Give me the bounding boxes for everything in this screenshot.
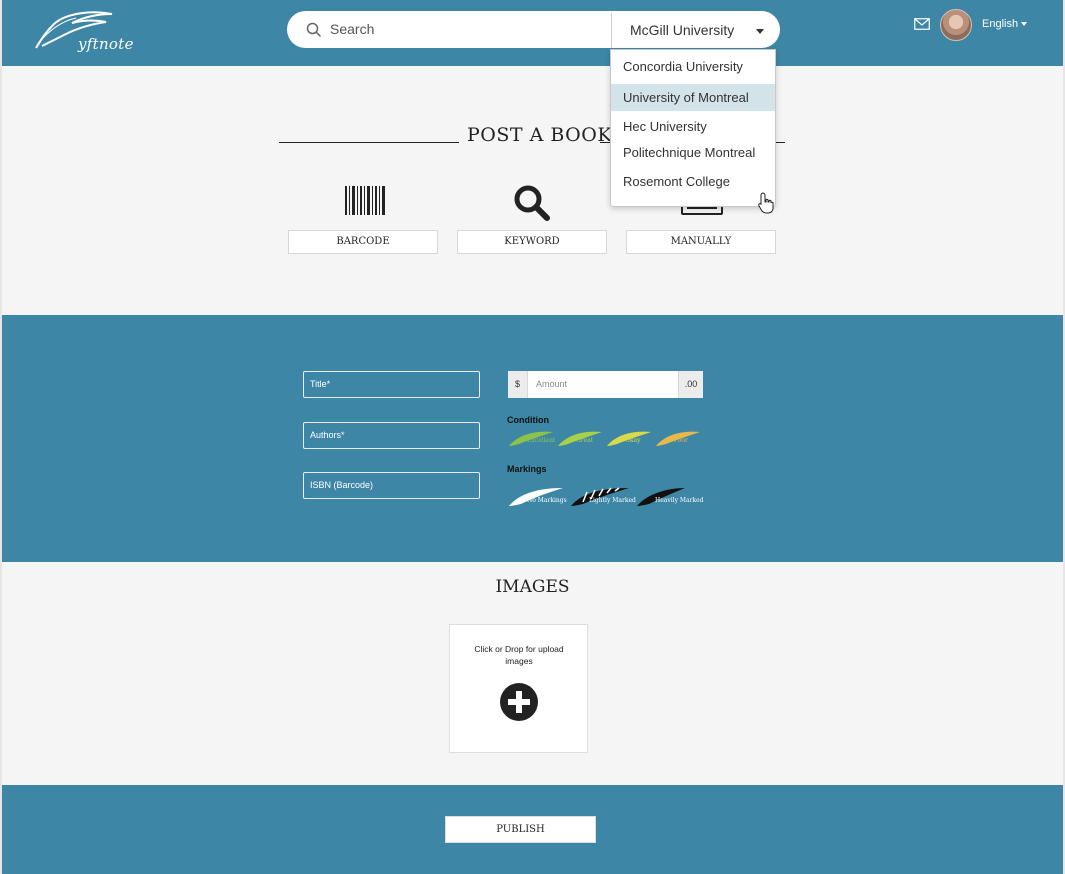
title-placeholder: Title* — [310, 379, 331, 389]
avatar[interactable] — [940, 9, 972, 41]
language-select[interactable]: English — [982, 18, 1028, 30]
search-bar[interactable]: Search McGill University — [287, 11, 780, 48]
chevron-down-icon — [1021, 22, 1028, 27]
publish-button[interactable]: PUBLISH — [445, 816, 596, 843]
mail-icon[interactable] — [914, 18, 930, 30]
title-divider-left — [279, 142, 459, 143]
language-label: English — [982, 18, 1019, 30]
isbn-field[interactable]: ISBN (Barcode) — [303, 472, 480, 499]
markings-heavily-label: Heavily Marked — [655, 497, 704, 504]
markings-lightly-label: Lightly Marked — [589, 497, 636, 504]
condition-okay-label: Okay — [625, 437, 641, 444]
dropdown-option-politechnique[interactable]: Politechnique Montreal — [611, 139, 775, 166]
university-select[interactable]: McGill University — [613, 11, 780, 48]
condition-excellent-label: Excellent — [527, 437, 556, 444]
image-upload-dropzone[interactable]: Click or Drop for upload images — [449, 624, 588, 753]
logo[interactable]: yftnote — [32, 8, 133, 53]
authors-placeholder: Authors* — [310, 430, 345, 440]
post-book-section: POST A BOOK BARCODE KEYWORD MANUALLY — [2, 66, 1063, 315]
condition-poor-label: Poor — [674, 437, 688, 444]
search-divider — [611, 13, 612, 48]
markings-none-option[interactable]: No Markings — [507, 486, 567, 506]
currency-prefix: $ — [508, 371, 528, 398]
dropdown-option-hec[interactable]: Hec University — [611, 113, 775, 140]
images-title: IMAGES — [495, 577, 570, 597]
upload-instructions: Click or Drop for upload images — [474, 644, 564, 666]
hand-cursor-icon — [758, 192, 774, 214]
condition-label: Condition — [507, 415, 549, 425]
caret-down-icon — [756, 29, 764, 34]
amount-input[interactable]: Amount — [536, 379, 567, 389]
condition-great-label: Great — [576, 437, 594, 444]
dropdown-option-montreal[interactable]: University of Montreal — [611, 84, 775, 111]
markings-heavily-option[interactable]: Heavily Marked — [635, 486, 705, 506]
top-header: yftnote Search McGill University English — [2, 0, 1063, 66]
logo-text: yftnote — [78, 35, 134, 53]
markings-none-label: No Markings — [527, 497, 567, 504]
authors-field[interactable]: Authors* — [303, 422, 480, 449]
amount-field[interactable]: $ Amount .00 — [508, 371, 703, 398]
search-input[interactable]: Search — [330, 21, 374, 37]
book-details-section: Title* Authors* ISBN (Barcode) $ Amount … — [2, 315, 1063, 562]
markings-lightly-option[interactable]: Lightly Marked — [569, 486, 636, 506]
dropdown-option-concordia[interactable]: Concordia University — [611, 53, 775, 80]
university-dropdown-menu: Concordia University University of Montr… — [610, 49, 776, 207]
isbn-placeholder: ISBN (Barcode) — [310, 480, 374, 490]
plus-circle-icon — [500, 683, 538, 721]
page-title: POST A BOOK — [467, 124, 613, 146]
markings-label: Markings — [507, 464, 547, 474]
condition-great-option[interactable]: Great — [556, 428, 604, 448]
condition-okay-option[interactable]: Okay — [605, 428, 653, 448]
university-select-value: McGill University — [630, 22, 735, 38]
keyword-button[interactable]: KEYWORD — [457, 230, 607, 254]
search-icon — [306, 22, 322, 38]
condition-poor-option[interactable]: Poor — [654, 428, 702, 448]
barcode-button[interactable]: BARCODE — [288, 230, 438, 254]
publish-section: PUBLISH — [2, 785, 1063, 874]
cents-suffix: .00 — [678, 371, 703, 398]
magnifier-icon — [514, 185, 550, 221]
title-field[interactable]: Title* — [303, 371, 480, 398]
manually-button[interactable]: MANUALLY — [626, 230, 776, 254]
images-section: IMAGES Click or Drop for upload images — [2, 562, 1063, 785]
dropdown-option-rosemont[interactable]: Rosemont College — [611, 168, 775, 195]
condition-excellent-option[interactable]: Excellent — [507, 428, 555, 448]
barcode-icon — [345, 186, 385, 215]
